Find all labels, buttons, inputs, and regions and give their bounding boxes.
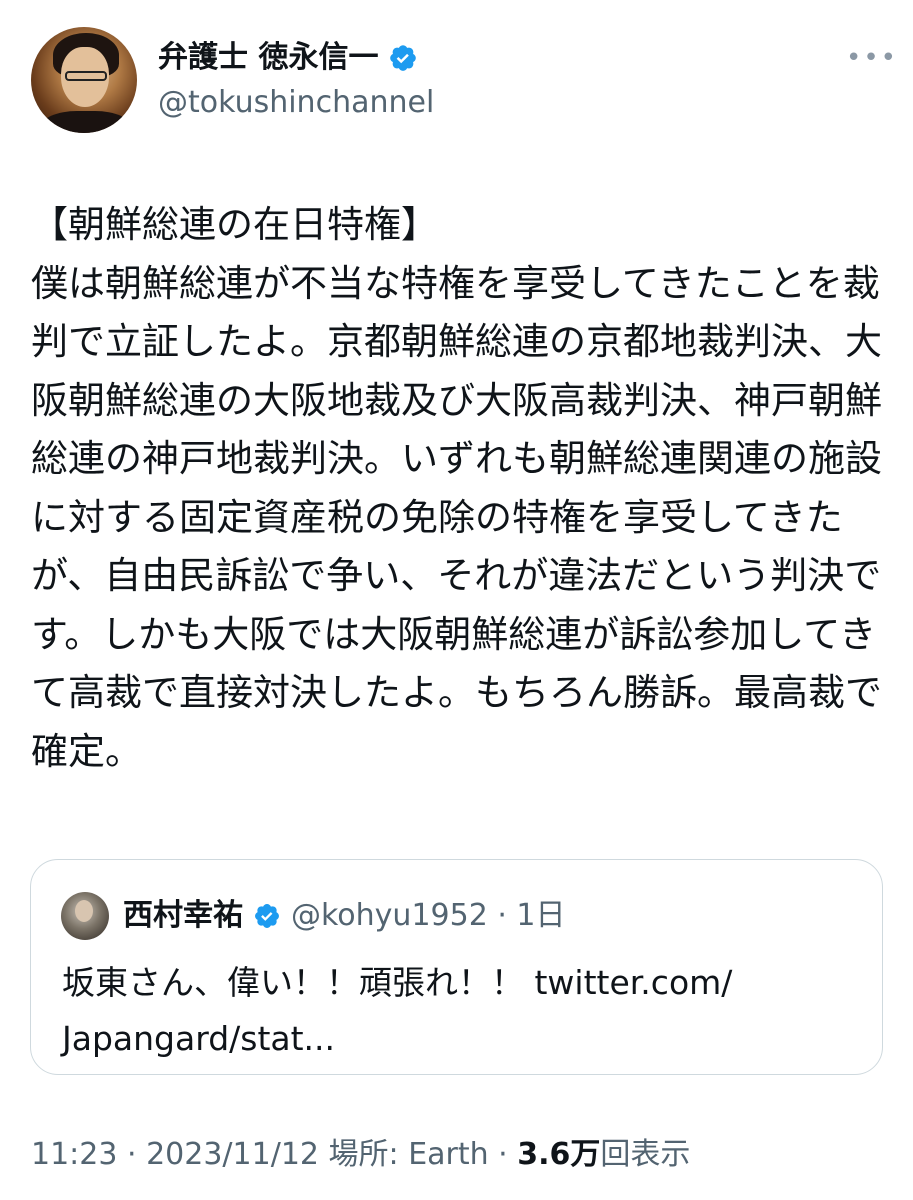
- quoted-verified-badge-icon: [255, 904, 279, 928]
- quoted-handle-time: @kohyu1952 · 1日: [291, 898, 566, 933]
- views-count[interactable]: 3.6万: [517, 1133, 600, 1177]
- quoted-author-avatar: [61, 892, 109, 940]
- author-name-text: 弁護士 徳永信一: [158, 40, 379, 75]
- tweet-time[interactable]: 11:23: [31, 1133, 117, 1177]
- tweet-location: 場所: Earth: [328, 1137, 489, 1172]
- separator: ·: [488, 1137, 518, 1172]
- quoted-tweet-card[interactable]: 西村幸祐 @kohyu1952 · 1日 坂東さん、偉い！！頑張れ！！ twit…: [30, 859, 883, 1075]
- verified-badge-icon: [390, 45, 417, 71]
- more-horizontal-icon[interactable]: •••: [846, 45, 898, 71]
- quoted-tweet-header: 西村幸祐 @kohyu1952 · 1日: [123, 894, 565, 938]
- tweet-date[interactable]: 2023/11/12: [146, 1133, 319, 1177]
- views-label: 回表示: [600, 1137, 691, 1172]
- tweet-detail: 弁護士 徳永信一 @tokushinchannel ••• 【朝鮮総連の在日特権…: [0, 0, 913, 1200]
- tweet-metadata: 11:23 · 2023/11/12 場所: Earth · 3.6万 回表示: [31, 1133, 690, 1177]
- tweet-text: 【朝鮮総連の在日特権】 僕は朝鮮総連が不当な特権を享受してきたことを裁判で立証し…: [31, 203, 882, 773]
- quoted-author-name: 西村幸祐: [123, 898, 243, 933]
- author-display-name[interactable]: 弁護士 徳永信一: [158, 38, 418, 78]
- author-avatar[interactable]: [31, 27, 137, 133]
- quoted-tweet-text: 坂東さん、偉い！！頑張れ！！ twitter.com/ Japangard/st…: [62, 963, 733, 1058]
- author-handle[interactable]: @tokushinchannel: [158, 83, 434, 123]
- separator: ·: [117, 1137, 147, 1172]
